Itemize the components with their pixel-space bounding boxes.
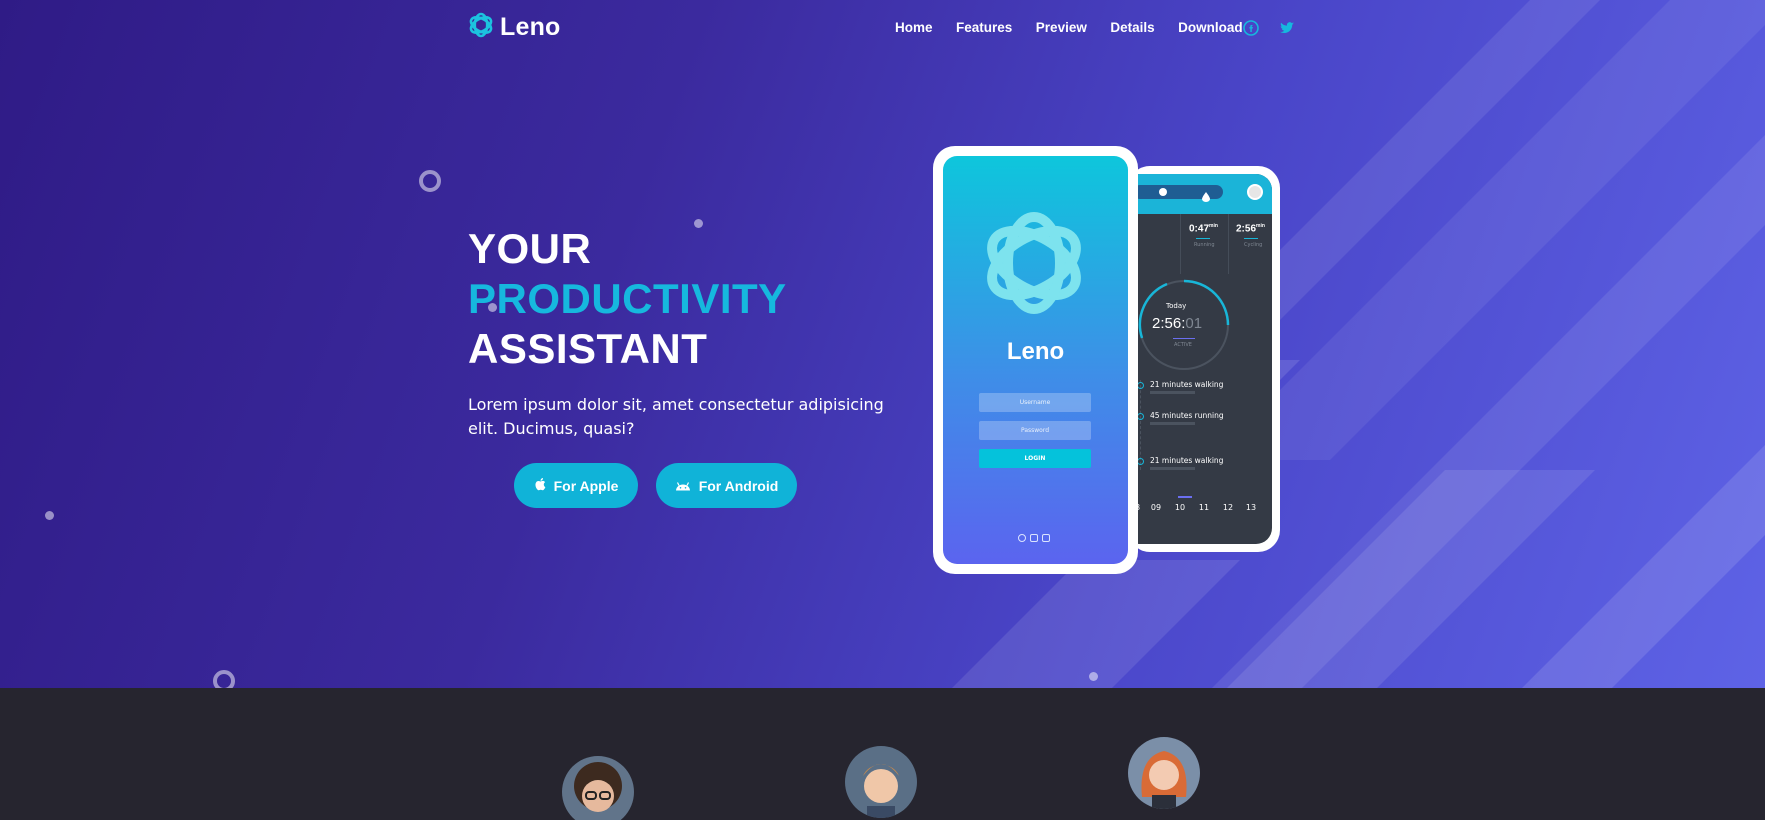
avatar [1128,737,1200,809]
avatar [845,746,917,818]
day-item: 13 [1245,503,1257,512]
bg-stripe [940,560,1240,688]
for-android-label: For Android [698,477,779,494]
for-android-button[interactable]: For Android [656,463,797,508]
activity-marker [1137,382,1144,389]
today-label: Today [1166,302,1187,310]
phone-mockup-login: Leno Username Password LOGIN [933,146,1138,574]
for-apple-label: For Apple [553,477,619,494]
timer-underline [1173,338,1195,339]
nav-menu: Home Features Preview Details Download [895,20,1266,35]
nav-item-download[interactable]: Download [1178,20,1243,35]
facebook-icon[interactable] [1243,20,1259,36]
activity-subtext [1150,422,1195,425]
stat-running-value: 0:47min [1189,223,1218,235]
app-name: Leno [1006,338,1065,365]
leno-logo-icon [976,208,1092,322]
activity-subtext [1150,467,1195,470]
dashboard-screen: 0:47min Running 2:56min Cycling Today 2:… [1133,174,1272,544]
stat-running-label: Running [1194,242,1215,248]
dribbble-icon[interactable] [1018,534,1026,542]
stat-underline [1244,238,1258,239]
activity-subtext [1150,391,1195,394]
android-icon [675,478,699,494]
decor-ring [213,670,235,688]
stat-divider [1180,214,1181,274]
day-item: 12 [1222,503,1234,512]
nav-item-home[interactable]: Home [895,20,933,35]
day-item: 11 [1198,503,1210,512]
activity-item: 21 minutes walking [1150,456,1224,465]
stat-underline [1196,238,1210,239]
brand-name: Leno [500,12,561,41]
stat-divider [1228,214,1229,274]
nav-item-features[interactable]: Features [956,20,1012,35]
headline-line-1: YOUR [468,225,592,272]
hero-description: Lorem ipsum dolor sit, amet consectetur … [468,395,884,438]
top-navbar: Leno Home Features Preview Details Downl… [468,8,1298,52]
apple-icon [534,477,554,494]
user-avatar-mini [1247,184,1263,200]
decor-dot [1089,672,1098,681]
login-button[interactable]: LOGIN [979,449,1091,468]
avatar [562,756,634,820]
brand-logo[interactable]: Leno [468,12,561,42]
stat-cycling-label: Cycling [1244,242,1263,248]
toggle-knob [1159,188,1167,196]
twitter-icon[interactable] [1030,534,1038,542]
leno-logo-icon [468,12,494,42]
for-apple-button[interactable]: For Apple [514,463,638,508]
day-item: 10 [1174,503,1186,512]
headline-line-2: PRODUCTIVITY [468,275,787,322]
activity-item: 45 minutes running [1150,411,1224,420]
headline-line-3: ASSISTANT [468,325,708,372]
hero-section: Leno Home Features Preview Details Downl… [0,0,1765,688]
day-item: 09 [1150,503,1162,512]
phone-mockup-dashboard: 0:47min Running 2:56min Cycling Today 2:… [1128,166,1280,552]
testimonials-section [0,688,1765,820]
nav-item-preview[interactable]: Preview [1036,20,1087,35]
active-label: ACTIVE [1174,342,1192,348]
stat-cycling-value: 2:56min [1236,223,1265,235]
activity-marker [1137,458,1144,465]
login-screen: Leno Username Password LOGIN [943,156,1128,564]
twitter-icon[interactable] [1279,20,1295,36]
nav-item-details[interactable]: Details [1110,20,1154,35]
selected-day-indicator [1178,496,1192,498]
timer-readout: 2:56:01 [1152,315,1203,332]
social-icons-row [1018,534,1050,542]
activity-line [1140,380,1141,470]
activity-marker [1137,413,1144,420]
activity-item: 21 minutes walking [1150,380,1224,389]
username-field[interactable]: Username [979,393,1091,412]
youtube-icon[interactable] [1042,534,1050,542]
drop-icon [1202,187,1210,202]
dashboard-header [1133,174,1272,214]
decor-ring [419,170,441,192]
decor-dot [45,511,54,520]
password-field[interactable]: Password [979,421,1091,440]
day-selector: 08 09 10 11 12 13 [1133,492,1272,544]
hero-headline: YOUR PRODUCTIVITY ASSISTANT [468,224,787,374]
